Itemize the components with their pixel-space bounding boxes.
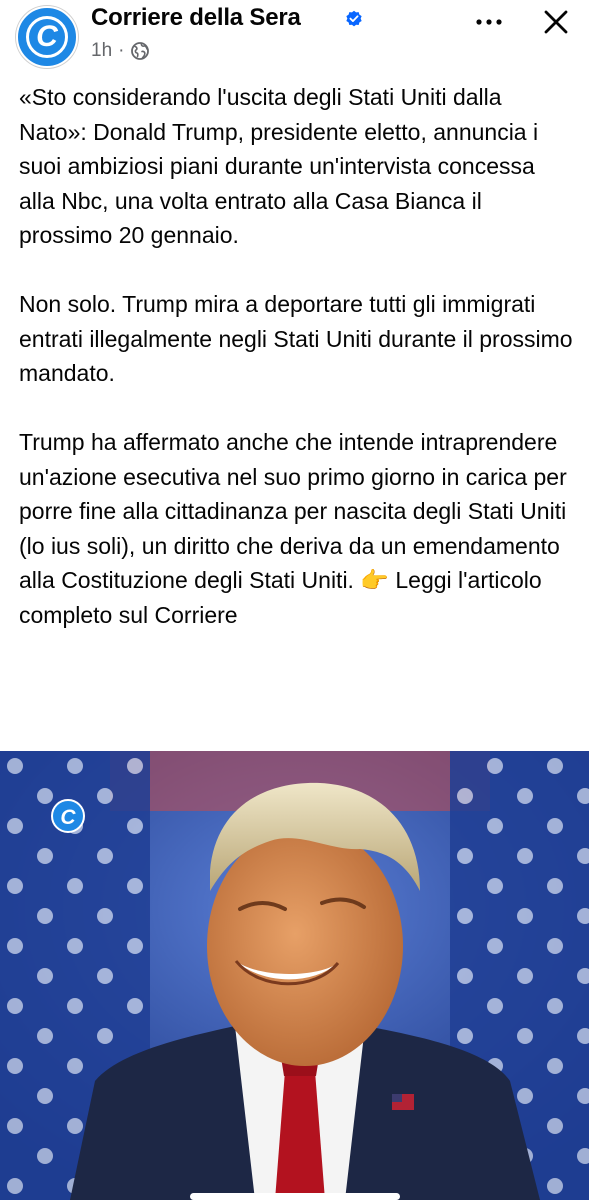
more-options-icon[interactable]	[474, 10, 504, 34]
trump-portrait-image: C	[0, 751, 589, 1200]
timestamp[interactable]: 1h	[91, 40, 112, 62]
post-meta: 1h ·	[91, 40, 150, 62]
page-name[interactable]: Corriere della Sera	[91, 4, 301, 32]
home-indicator	[190, 1193, 400, 1200]
close-icon[interactable]	[540, 6, 572, 38]
post-paragraph: «Sto considerando l'uscita degli Stati U…	[19, 84, 539, 248]
post-photo[interactable]: C	[0, 751, 589, 1200]
meta-separator: ·	[118, 40, 125, 61]
globe-icon	[131, 42, 150, 60]
post-paragraph: Non solo. Trump mira a deportare tutti g…	[19, 291, 573, 386]
corriere-logo-icon: C	[26, 16, 68, 58]
verified-badge-icon	[346, 10, 362, 27]
post-paragraph[interactable]: Trump ha affermato anche che intende int…	[19, 425, 574, 632]
post-header: C Corriere della Sera 1h ·	[0, 0, 589, 72]
page-avatar[interactable]: C	[16, 6, 78, 68]
photo-watermark-logo: C	[60, 806, 76, 829]
post-text: «Sto considerando l'uscita degli Stati U…	[19, 80, 574, 632]
